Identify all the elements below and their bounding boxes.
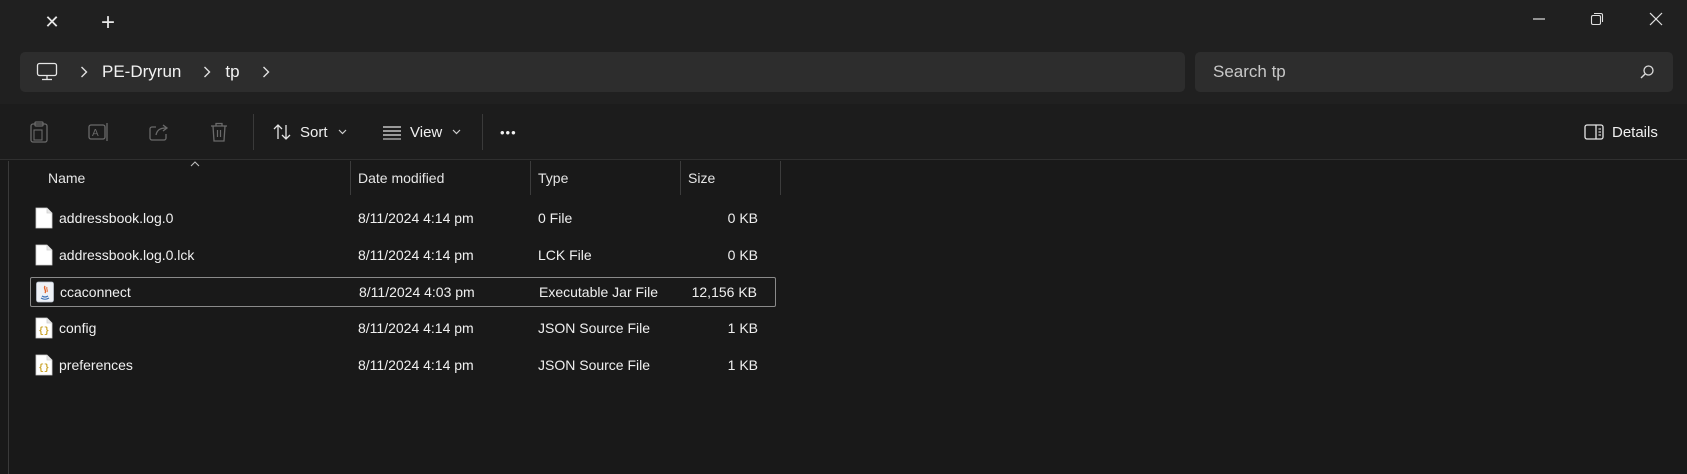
chevron-right-icon[interactable] bbox=[262, 66, 270, 78]
file-size: 0 KB bbox=[727, 210, 758, 226]
svg-text:{}: {} bbox=[39, 363, 50, 373]
file-date: 8/11/2024 4:03 pm bbox=[359, 284, 475, 300]
more-icon: ••• bbox=[500, 124, 517, 140]
file-date: 8/11/2024 4:14 pm bbox=[358, 320, 474, 336]
java-jar-icon bbox=[36, 281, 54, 303]
file-type: Executable Jar File bbox=[539, 284, 659, 300]
file-size: 12,156 KB bbox=[691, 284, 757, 300]
command-bar: A Sort View ••• Details bbox=[0, 104, 1687, 160]
file-size: 1 KB bbox=[727, 357, 758, 373]
share-button[interactable] bbox=[142, 116, 176, 148]
column-header-name[interactable]: Name bbox=[48, 161, 85, 195]
address-row: PE-Dryrun tp bbox=[0, 44, 1687, 104]
trash-icon bbox=[211, 122, 227, 142]
paste-icon bbox=[30, 121, 48, 143]
restore-button[interactable] bbox=[1569, 0, 1625, 38]
close-window-button[interactable] bbox=[1628, 0, 1684, 38]
svg-text:{}: {} bbox=[39, 326, 50, 336]
search-input[interactable] bbox=[1213, 62, 1613, 82]
paste-button[interactable] bbox=[22, 116, 56, 148]
column-header-row: Name Date modified Type Size bbox=[0, 161, 790, 195]
close-icon bbox=[1649, 12, 1663, 26]
chevron-down-icon bbox=[452, 129, 461, 135]
rename-icon: A bbox=[88, 123, 108, 141]
file-name: addressbook.log.0.lck bbox=[59, 247, 195, 263]
details-pane-icon bbox=[1584, 124, 1604, 140]
file-type: 0 File bbox=[538, 210, 573, 226]
view-list-icon bbox=[383, 126, 401, 140]
svg-text:A: A bbox=[92, 128, 99, 139]
file-row[interactable]: {} preferences 8/11/2024 4:14 pm JSON So… bbox=[30, 351, 776, 381]
minimize-button[interactable] bbox=[1511, 0, 1567, 38]
column-divider[interactable] bbox=[350, 161, 351, 195]
sort-icon bbox=[273, 124, 291, 140]
column-header-type[interactable]: Type bbox=[538, 161, 568, 195]
toolbar-divider bbox=[253, 114, 254, 150]
file-row[interactable]: {} config 8/11/2024 4:14 pm JSON Source … bbox=[30, 314, 776, 344]
file-icon bbox=[35, 207, 53, 229]
breadcrumb-pe-dryrun[interactable]: PE-Dryrun bbox=[102, 62, 181, 82]
column-divider[interactable] bbox=[680, 161, 681, 195]
file-type: LCK File bbox=[538, 247, 592, 263]
file-icon bbox=[35, 244, 53, 266]
file-type: JSON Source File bbox=[538, 320, 651, 336]
file-date: 8/11/2024 4:14 pm bbox=[358, 357, 474, 373]
column-divider[interactable] bbox=[780, 161, 781, 195]
file-row[interactable]: addressbook.log.0.lck 8/11/2024 4:14 pm … bbox=[30, 241, 776, 271]
file-type: JSON Source File bbox=[538, 357, 651, 373]
column-header-date[interactable]: Date modified bbox=[358, 161, 444, 195]
file-name: preferences bbox=[59, 357, 133, 373]
address-bar[interactable]: PE-Dryrun tp bbox=[20, 52, 1185, 92]
this-pc-icon[interactable] bbox=[36, 61, 58, 83]
search-box[interactable] bbox=[1195, 52, 1673, 92]
close-tab-button[interactable]: ✕ bbox=[34, 8, 70, 36]
chevron-right-icon[interactable] bbox=[80, 66, 88, 78]
file-date: 8/11/2024 4:14 pm bbox=[358, 210, 474, 226]
rename-button[interactable]: A bbox=[82, 116, 116, 148]
file-date: 8/11/2024 4:14 pm bbox=[358, 247, 474, 263]
file-size: 1 KB bbox=[727, 320, 758, 336]
view-label: View bbox=[410, 123, 443, 141]
navigation-pane-divider[interactable] bbox=[8, 161, 9, 474]
delete-button[interactable] bbox=[202, 116, 236, 148]
chevron-right-icon[interactable] bbox=[203, 66, 211, 78]
file-row[interactable]: addressbook.log.0 8/11/2024 4:14 pm 0 Fi… bbox=[30, 204, 776, 234]
file-name: config bbox=[59, 320, 97, 336]
sort-ascending-icon bbox=[190, 159, 200, 170]
search-icon[interactable] bbox=[1639, 64, 1655, 85]
minimize-icon bbox=[1533, 18, 1545, 20]
new-tab-button[interactable]: + bbox=[90, 8, 126, 38]
breadcrumb-tp[interactable]: tp bbox=[225, 62, 239, 82]
sort-button[interactable]: Sort bbox=[272, 116, 347, 148]
chevron-down-icon bbox=[338, 129, 346, 135]
json-file-icon: {} bbox=[35, 354, 53, 376]
details-label: Details bbox=[1612, 123, 1658, 141]
sort-label: Sort bbox=[300, 123, 328, 141]
json-file-icon: {} bbox=[35, 317, 53, 339]
file-row-selected[interactable]: ccaconnect 8/11/2024 4:03 pm Executable … bbox=[30, 277, 776, 307]
column-divider[interactable] bbox=[530, 161, 531, 195]
title-bar: ✕ + bbox=[0, 0, 1687, 44]
file-size: 0 KB bbox=[727, 247, 758, 263]
details-pane-button[interactable]: Details bbox=[1584, 116, 1658, 148]
share-icon bbox=[149, 124, 169, 141]
more-options-button[interactable]: ••• bbox=[500, 116, 517, 148]
restore-icon bbox=[1590, 12, 1604, 26]
toolbar-divider bbox=[482, 114, 483, 150]
file-name: addressbook.log.0 bbox=[59, 210, 174, 226]
file-name: ccaconnect bbox=[60, 284, 131, 300]
column-header-size[interactable]: Size bbox=[688, 161, 715, 195]
view-button[interactable]: View bbox=[382, 116, 461, 148]
